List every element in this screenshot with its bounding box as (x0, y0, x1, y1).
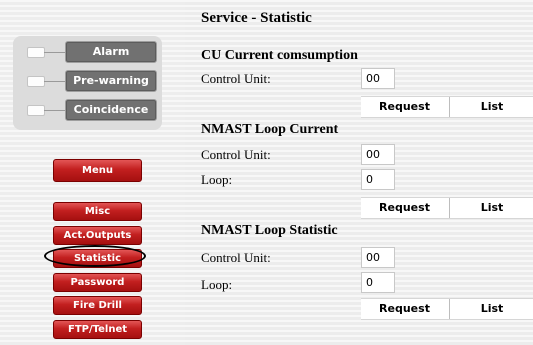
status-row-coincidence: Coincidence (13, 99, 162, 121)
nmast-current-request-button[interactable]: Request (361, 198, 448, 218)
main-content: Service - Statistic CU Current comsumpti… (185, 0, 533, 345)
nav-password-button[interactable]: Password (53, 273, 142, 292)
nmast-current-control-unit-input[interactable] (361, 144, 395, 165)
nmast-statistic-control-unit-label: Control Unit: (201, 250, 271, 265)
nav-menu-button[interactable]: Menu (53, 159, 142, 182)
connector-line (44, 52, 65, 53)
cu-current-control-unit-label: Control Unit: (201, 71, 271, 86)
nmast-statistic-loop-input[interactable] (361, 272, 395, 293)
connector-line (44, 110, 65, 111)
cu-current-control-unit-input[interactable] (361, 68, 395, 89)
prewarning-button[interactable]: Pre-warning (65, 70, 157, 92)
nmast-statistic-list-button[interactable]: List (449, 299, 533, 319)
nav-fire-drill-button[interactable]: Fire Drill (53, 296, 142, 315)
nmast-current-control-unit-label: Control Unit: (201, 147, 271, 162)
connector-line (44, 81, 65, 82)
section-title-cu-current: CU Current comsumption (201, 48, 358, 63)
status-panel: Alarm Pre-warning Coincidence (13, 36, 162, 130)
nmast-statistic-loop-label: Loop: (201, 277, 233, 292)
nav-ftp-telnet-button[interactable]: FTP/Telnet (53, 320, 142, 339)
section-title-nmast-loop-current: NMAST Loop Current (201, 122, 339, 137)
nmast-statistic-action-bar: Request List (361, 298, 533, 320)
nmast-current-list-button[interactable]: List (449, 198, 533, 218)
cu-current-request-button[interactable]: Request (361, 97, 448, 117)
nmast-current-loop-input[interactable] (361, 169, 395, 190)
cu-current-list-button[interactable]: List (449, 97, 533, 117)
cu-current-action-bar: Request List (361, 96, 533, 118)
nav-act-outputs-button[interactable]: Act.Outputs (53, 226, 142, 245)
coincidence-led-indicator (27, 105, 45, 116)
section-title-nmast-loop-statistic: NMAST Loop Statistic (201, 223, 338, 238)
status-row-alarm: Alarm (13, 41, 162, 63)
nmast-current-action-bar: Request List (361, 197, 533, 219)
status-row-prewarning: Pre-warning (13, 70, 162, 92)
sidebar: Alarm Pre-warning Coincidence Menu Misc … (0, 0, 185, 345)
nav-misc-button[interactable]: Misc (53, 202, 142, 221)
page-title: Service - Statistic (201, 10, 312, 26)
coincidence-button[interactable]: Coincidence (65, 99, 157, 121)
alarm-led-indicator (27, 47, 45, 58)
nmast-statistic-control-unit-input[interactable] (361, 247, 395, 268)
nmast-current-loop-label: Loop: (201, 172, 233, 187)
alarm-button[interactable]: Alarm (65, 41, 157, 63)
nmast-statistic-request-button[interactable]: Request (361, 299, 448, 319)
prewarning-led-indicator (27, 76, 45, 87)
nav-statistic-button[interactable]: Statistic (53, 249, 142, 268)
